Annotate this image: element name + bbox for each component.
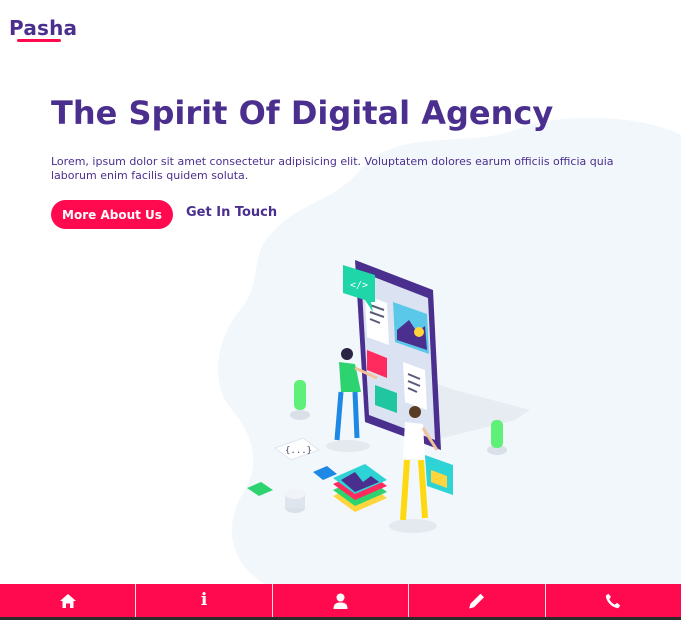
hero-illustration: </> {...} [247,260,530,533]
more-about-us-button[interactable]: More About Us [51,200,173,229]
phone-button[interactable] [546,584,681,617]
get-in-touch-link[interactable]: Get In Touch [186,205,277,220]
code-tag-text: </> [350,280,368,291]
hero-description: Lorem, ipsum dolor sit amet consectetur … [51,155,614,182]
pencil-icon [469,593,485,608]
user-icon [333,593,348,609]
phone-icon [606,593,621,608]
brand-logo-underline [17,39,61,42]
bottom-nav-bar: i [0,584,681,617]
hero-title: The Spirit Of Digital Agency [51,94,554,132]
home-button[interactable] [0,584,137,617]
home-icon [59,593,76,608]
braces-tag-text: {...} [285,446,312,456]
edit-button[interactable] [409,584,546,617]
user-button[interactable] [273,584,410,617]
brand-logo[interactable]: Pasha [9,16,77,40]
info-icon: i [200,590,208,610]
info-button[interactable]: i [136,584,273,617]
